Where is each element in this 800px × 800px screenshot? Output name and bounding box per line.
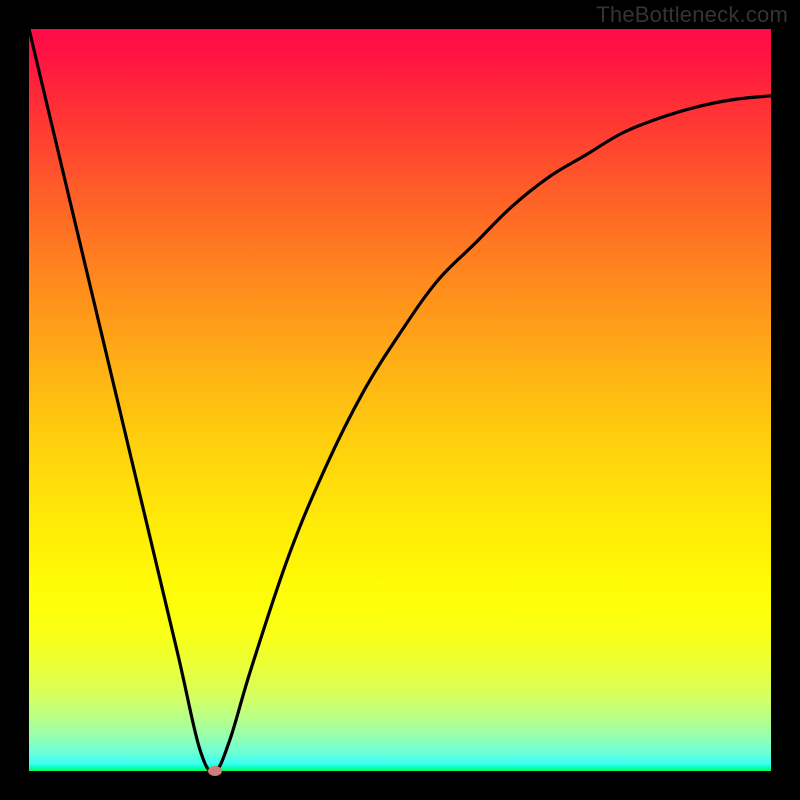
bottleneck-curve (29, 29, 771, 771)
curve-path (29, 29, 771, 771)
plot-area (29, 29, 771, 771)
watermark-text: TheBottleneck.com (596, 2, 788, 28)
optimum-marker (208, 766, 222, 776)
chart-frame: TheBottleneck.com (0, 0, 800, 800)
